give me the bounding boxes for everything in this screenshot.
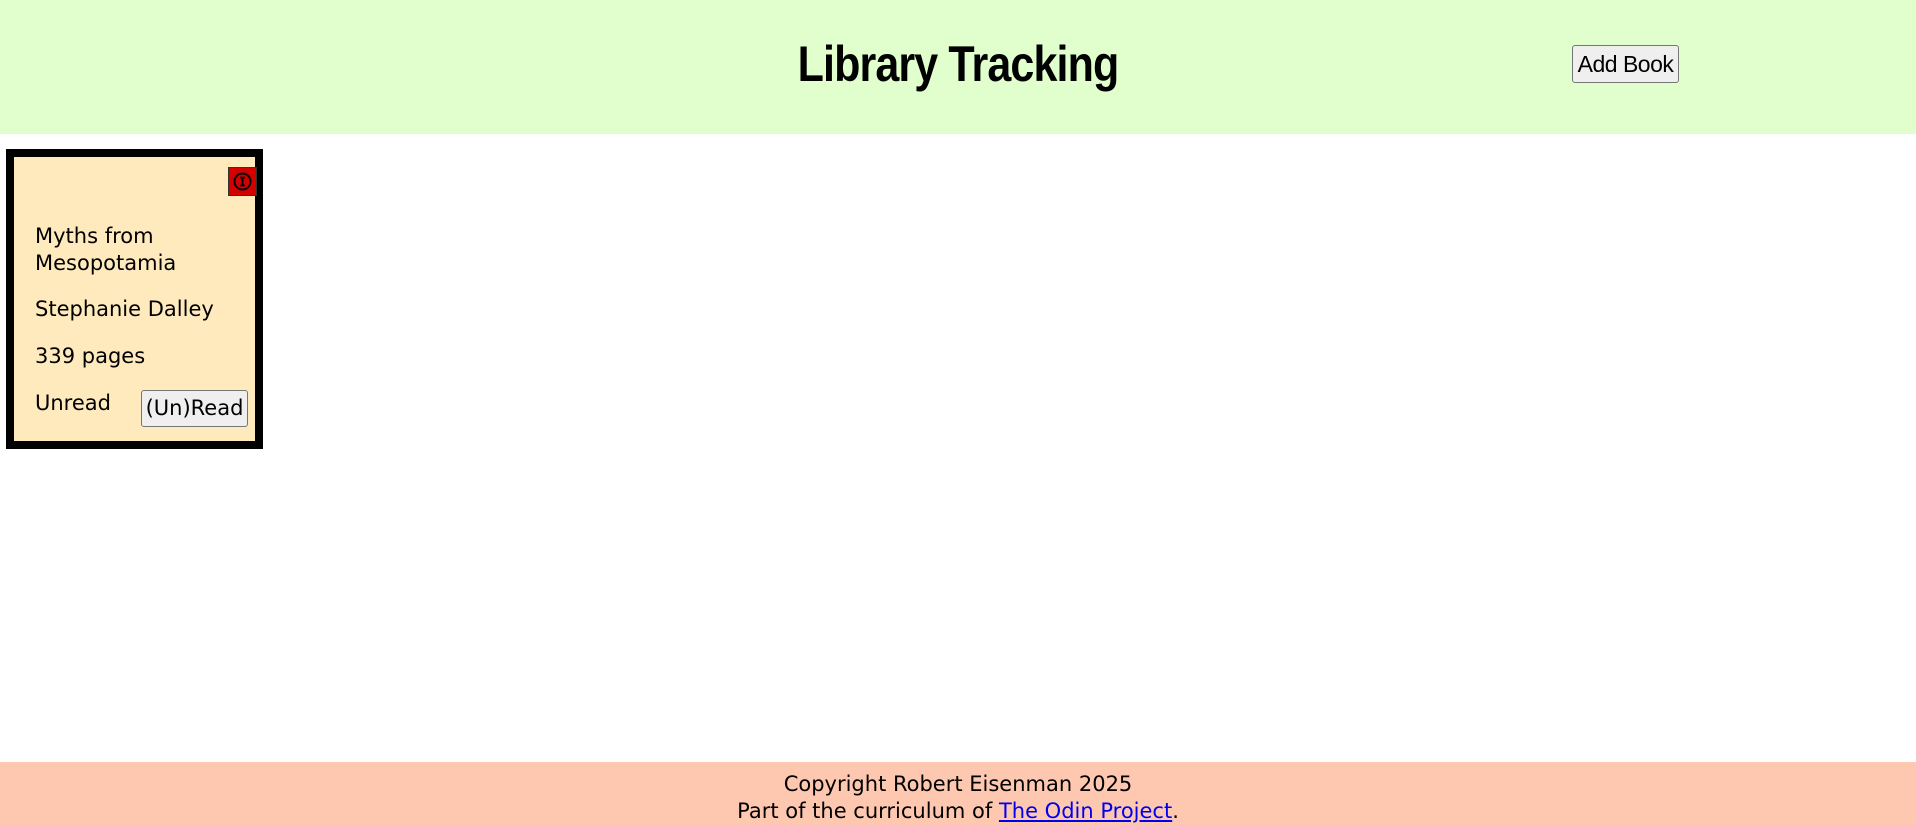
page-title: Library Tracking [797, 36, 1120, 92]
book-author: Stephanie Dalley [35, 297, 214, 321]
book-title: Myths from Mesopotamia [35, 224, 177, 275]
footer: Copyright Robert Eisenman 2025 Part of t… [0, 762, 1916, 825]
curriculum-suffix: . [1172, 799, 1179, 823]
book-pages: 339 pages [35, 344, 146, 368]
copyright-text: Copyright Robert Eisenman 2025 [783, 772, 1133, 796]
remove-book-button[interactable] [228, 167, 257, 196]
add-book-button[interactable]: Add Book [1572, 45, 1679, 83]
curriculum-line: Part of the curriculum of The Odin Proje… [0, 798, 1916, 825]
library-page: Library Tracking Add Book Myths from Mes… [0, 0, 1916, 825]
remove-circle-icon [233, 172, 252, 191]
header: Library Tracking Add Book [0, 0, 1916, 134]
book-read-status: Unread [35, 391, 111, 415]
odin-project-link[interactable]: The Odin Project [999, 799, 1172, 823]
book-card: Myths from Mesopotamia Stephanie Dalley … [6, 149, 263, 449]
curriculum-prefix: Part of the curriculum of [737, 799, 999, 823]
toggle-read-button[interactable]: (Un)Read [141, 390, 248, 427]
